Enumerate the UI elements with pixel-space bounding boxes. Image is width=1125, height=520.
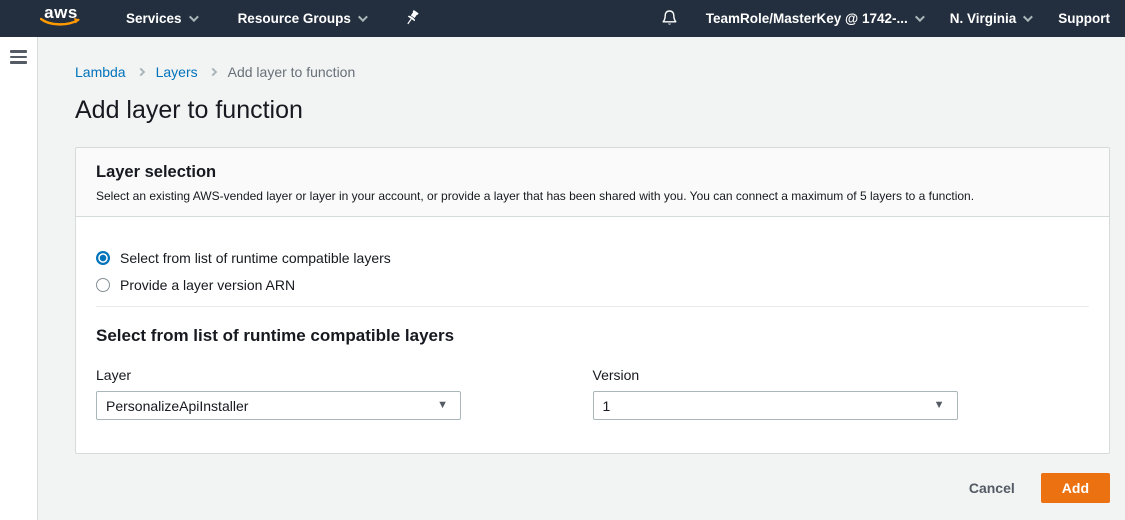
version-select[interactable]: 1 ▼: [593, 391, 958, 420]
region-menu[interactable]: N. Virginia: [950, 11, 1031, 26]
aws-logo[interactable]: aws: [38, 4, 84, 34]
card-description: Select an existing AWS-vended layer or l…: [96, 189, 1089, 203]
runtime-layers-section-title: Select from list of runtime compatible l…: [96, 326, 1089, 346]
cancel-button[interactable]: Cancel: [969, 480, 1015, 496]
chevron-down-icon: [915, 12, 925, 22]
hamburger-menu-icon[interactable]: [10, 50, 27, 64]
radio-unselected-icon: [96, 278, 110, 292]
layer-field-label: Layer: [96, 367, 593, 383]
layer-source-radio-group: Select from list of runtime compatible l…: [96, 217, 1089, 293]
chevron-right-icon: [136, 68, 144, 76]
card-title: Layer selection: [96, 163, 1089, 182]
radio-runtime-compatible-layers[interactable]: Select from list of runtime compatible l…: [96, 250, 1089, 266]
pin-icon[interactable]: [405, 10, 420, 27]
support-menu[interactable]: Support: [1058, 11, 1110, 26]
section-divider: [96, 306, 1089, 307]
layer-select[interactable]: PersonalizeApiInstaller ▼: [96, 391, 461, 420]
chevron-right-icon: [208, 68, 216, 76]
resource-groups-menu[interactable]: Resource Groups: [238, 11, 365, 26]
aws-logo-smile-icon: [40, 15, 82, 33]
layer-selection-card: Layer selection Select an existing AWS-v…: [75, 147, 1110, 454]
page-title: Add layer to function: [75, 96, 1110, 125]
dropdown-triangle-icon: ▼: [934, 400, 945, 411]
radio-selected-icon: [96, 251, 110, 265]
breadcrumb-lambda-link[interactable]: Lambda: [75, 64, 126, 80]
chevron-down-icon: [189, 12, 199, 22]
chevron-down-icon: [358, 12, 368, 22]
dropdown-triangle-icon: ▼: [437, 400, 448, 411]
layer-version-form: Layer PersonalizeApiInstaller ▼ Version …: [96, 367, 1089, 453]
chevron-down-icon: [1023, 12, 1033, 22]
services-menu[interactable]: Services: [126, 11, 196, 26]
version-select-value: 1: [603, 398, 611, 414]
add-button[interactable]: Add: [1041, 473, 1110, 503]
radio-layer-version-arn[interactable]: Provide a layer version ARN: [96, 277, 1089, 293]
notifications-bell-icon[interactable]: [661, 9, 678, 28]
footer-actions: Cancel Add: [75, 473, 1110, 503]
breadcrumb-current: Add layer to function: [228, 64, 356, 80]
version-field-label: Version: [593, 367, 1090, 383]
left-rail: [0, 37, 38, 520]
card-header: Layer selection Select an existing AWS-v…: [76, 148, 1109, 217]
breadcrumb: Lambda Layers Add layer to function: [75, 64, 1110, 80]
layer-select-value: PersonalizeApiInstaller: [106, 398, 248, 414]
main-content: Lambda Layers Add layer to function Add …: [38, 37, 1125, 520]
breadcrumb-layers-link[interactable]: Layers: [156, 64, 198, 80]
top-navigation-bar: aws Services Resource Groups: [0, 0, 1125, 37]
account-menu[interactable]: TeamRole/MasterKey @ 1742-...: [706, 11, 922, 26]
